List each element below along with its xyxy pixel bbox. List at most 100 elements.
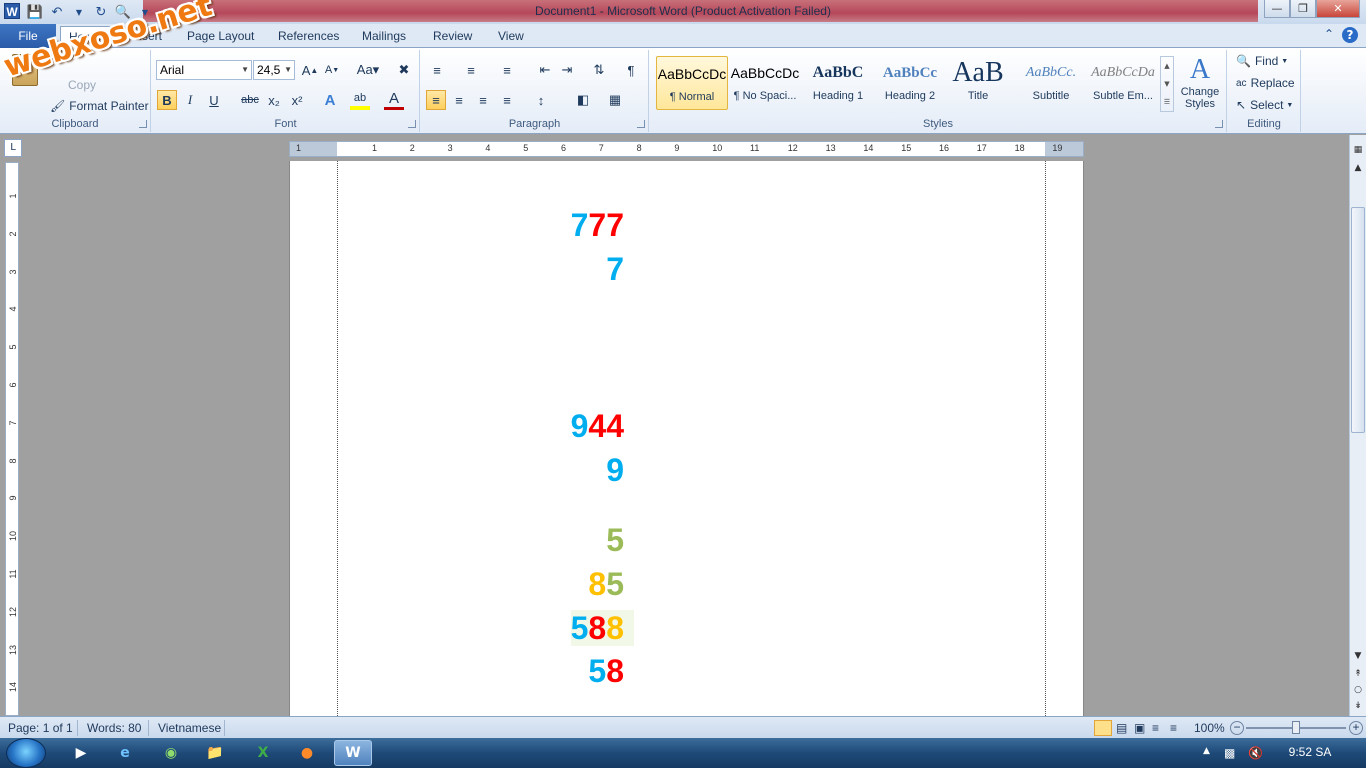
ruler-toggle-icon[interactable]: ▦ xyxy=(1351,143,1365,157)
print-layout-view-icon[interactable] xyxy=(1094,720,1112,736)
line-spacing-icon[interactable]: ↕ xyxy=(531,90,551,110)
format-painter-button[interactable]: 🖌 Format Painter xyxy=(50,99,149,113)
firefox-icon[interactable]: ● xyxy=(288,740,326,766)
zoom-slider-knob[interactable] xyxy=(1292,721,1300,734)
numbering-icon[interactable]: ≡ xyxy=(461,60,481,80)
change-styles-button[interactable]: A Change Styles xyxy=(1178,54,1222,110)
style-heading-1[interactable]: AaBbC Heading 1 xyxy=(802,56,874,110)
close-icon[interactable]: ✕ xyxy=(1316,0,1360,18)
next-page-icon[interactable]: ↡ xyxy=(1351,699,1365,713)
subscript-button[interactable]: x₂ xyxy=(264,90,284,110)
replace-button[interactable]: ac Replace xyxy=(1236,76,1295,90)
tab-insert[interactable]: Insert xyxy=(124,26,170,48)
internet-explorer-icon[interactable]: e xyxy=(106,740,144,766)
word-taskbar-icon[interactable]: W xyxy=(334,740,372,766)
sort-icon[interactable]: ⇅ xyxy=(589,60,609,80)
increase-indent-icon[interactable]: ⇥ xyxy=(557,60,577,80)
paragraph-launcher-icon[interactable] xyxy=(637,120,645,128)
outline-view-icon[interactable]: ≡ xyxy=(1152,721,1159,735)
underline-button[interactable]: U xyxy=(204,90,224,110)
number-line[interactable]: 58 xyxy=(588,653,624,689)
bullets-icon[interactable]: ≡ xyxy=(427,60,447,80)
web-layout-icon[interactable]: ▣ xyxy=(1134,721,1145,735)
vertical-ruler[interactable]: 123456789101112131415 xyxy=(5,162,19,716)
scroll-down-icon[interactable]: ▼ xyxy=(1351,649,1365,663)
find-button[interactable]: 🔍 Find ▼ xyxy=(1236,54,1288,68)
style-subtle-emphasis[interactable]: AaBbCcDa Subtle Em... xyxy=(1087,56,1159,110)
document-page[interactable]: 777 7 944 9 5 85 588 58 xyxy=(289,161,1084,716)
tab-review[interactable]: Review xyxy=(425,26,480,48)
tab-mailings[interactable]: Mailings xyxy=(354,26,414,48)
borders-icon[interactable]: ▦ xyxy=(605,90,625,110)
language[interactable]: Vietnamese xyxy=(158,721,221,735)
zoom-level[interactable]: 100% xyxy=(1194,721,1225,735)
font-family-select[interactable]: Arial ▼ xyxy=(156,60,252,80)
style-subtitle[interactable]: AaBbCc. Subtitle xyxy=(1015,56,1087,110)
tab-page-layout[interactable]: Page Layout xyxy=(179,26,262,48)
select-button[interactable]: ↖ Select ▼ xyxy=(1236,98,1293,112)
styles-scroll[interactable]: ▲ ▼ ☰ xyxy=(1160,56,1174,112)
justify-icon[interactable]: ≡ xyxy=(497,90,517,110)
font-size-select[interactable]: 24,5 ▼ xyxy=(253,60,295,80)
strikethrough-button[interactable]: abc xyxy=(238,90,262,110)
align-left-icon[interactable]: ≡ xyxy=(426,90,446,110)
grow-font-icon[interactable]: A ▲ xyxy=(300,60,320,80)
vertical-scrollbar[interactable]: ▦ ▲ ▼ ↟ ○ ↡ xyxy=(1349,135,1366,716)
text-effects-icon[interactable]: A xyxy=(320,90,340,110)
align-right-icon[interactable]: ≡ xyxy=(473,90,493,110)
coccoc-browser-icon[interactable]: ◉ xyxy=(152,740,190,766)
page-count[interactable]: Page: 1 of 1 xyxy=(8,721,73,735)
media-player-icon[interactable]: ▶ xyxy=(62,740,100,766)
paste-button[interactable] xyxy=(8,54,42,106)
font-launcher-icon[interactable] xyxy=(408,120,416,128)
taskbar-clock[interactable]: 9:52 SA xyxy=(1280,745,1340,759)
tab-file[interactable]: File xyxy=(0,24,56,48)
tab-view[interactable]: View xyxy=(490,26,532,48)
browse-object-icon[interactable]: ○ xyxy=(1351,683,1365,697)
network-icon[interactable]: ▩ xyxy=(1224,746,1235,760)
previous-page-icon[interactable]: ↟ xyxy=(1351,667,1365,681)
scrollbar-thumb[interactable] xyxy=(1351,207,1365,433)
maximize-icon[interactable]: ❐ xyxy=(1290,0,1316,18)
minimize-ribbon-icon[interactable]: ⌃ xyxy=(1324,27,1334,43)
style-no-spacing[interactable]: AaBbCcDc ¶ No Spaci... xyxy=(729,56,801,110)
font-color-icon[interactable]: A xyxy=(384,90,404,110)
show-formatting-icon[interactable]: ¶ xyxy=(621,60,641,80)
style-heading-2[interactable]: AaBbCc Heading 2 xyxy=(874,56,946,110)
clear-formatting-icon[interactable]: ✖ xyxy=(394,60,414,80)
align-center-icon[interactable]: ≡ xyxy=(449,90,469,110)
copy-button[interactable]: Copy xyxy=(68,78,96,92)
minimize-icon[interactable]: — xyxy=(1264,0,1290,18)
scroll-up-icon[interactable]: ▲ xyxy=(1351,161,1365,175)
help-icon[interactable]: ? xyxy=(1342,27,1358,43)
show-hidden-icons-icon[interactable]: ▲ xyxy=(1203,746,1210,756)
styles-launcher-icon[interactable] xyxy=(1215,120,1223,128)
number-line[interactable]: 588 xyxy=(570,610,634,646)
shading-icon[interactable]: ◧ xyxy=(573,90,593,110)
volume-muted-icon[interactable]: 🔇 xyxy=(1248,746,1263,760)
style-normal[interactable]: AaBbCcDc ¶ Normal xyxy=(656,56,728,110)
italic-button[interactable]: I xyxy=(180,90,200,110)
tab-home[interactable]: Home xyxy=(60,26,111,49)
multilevel-list-icon[interactable]: ≡ xyxy=(497,60,517,80)
file-explorer-icon[interactable]: 📁 xyxy=(196,740,234,766)
word-count[interactable]: Words: 80 xyxy=(87,721,141,735)
full-screen-reading-icon[interactable]: ▤ xyxy=(1116,721,1127,735)
decrease-indent-icon[interactable]: ⇤ xyxy=(535,60,555,80)
number-line[interactable]: 944 xyxy=(571,408,624,444)
change-case-icon[interactable]: Aa▾ xyxy=(354,60,382,80)
shrink-font-icon[interactable]: A ▼ xyxy=(322,60,342,80)
horizontal-ruler[interactable]: 1 1 2 3 4 5 6 7 8 9 10 11 12 13 14 15 16 17 18 19 xyxy=(289,141,1084,157)
tab-references[interactable]: References xyxy=(270,26,347,48)
number-line[interactable]: 777 xyxy=(571,207,624,243)
highlight-icon[interactable]: ab xyxy=(350,90,370,110)
number-line[interactable]: 5 xyxy=(606,522,624,558)
number-line[interactable]: 9 xyxy=(606,452,624,488)
zoom-out-icon[interactable]: − xyxy=(1230,721,1244,735)
tab-selector-icon[interactable]: L xyxy=(4,139,22,157)
number-line[interactable]: 85 xyxy=(588,566,624,602)
zoom-in-icon[interactable]: + xyxy=(1349,721,1363,735)
superscript-button[interactable]: x² xyxy=(287,90,307,110)
number-line[interactable]: 7 xyxy=(606,251,624,287)
style-title[interactable]: AaB Title xyxy=(942,56,1014,110)
